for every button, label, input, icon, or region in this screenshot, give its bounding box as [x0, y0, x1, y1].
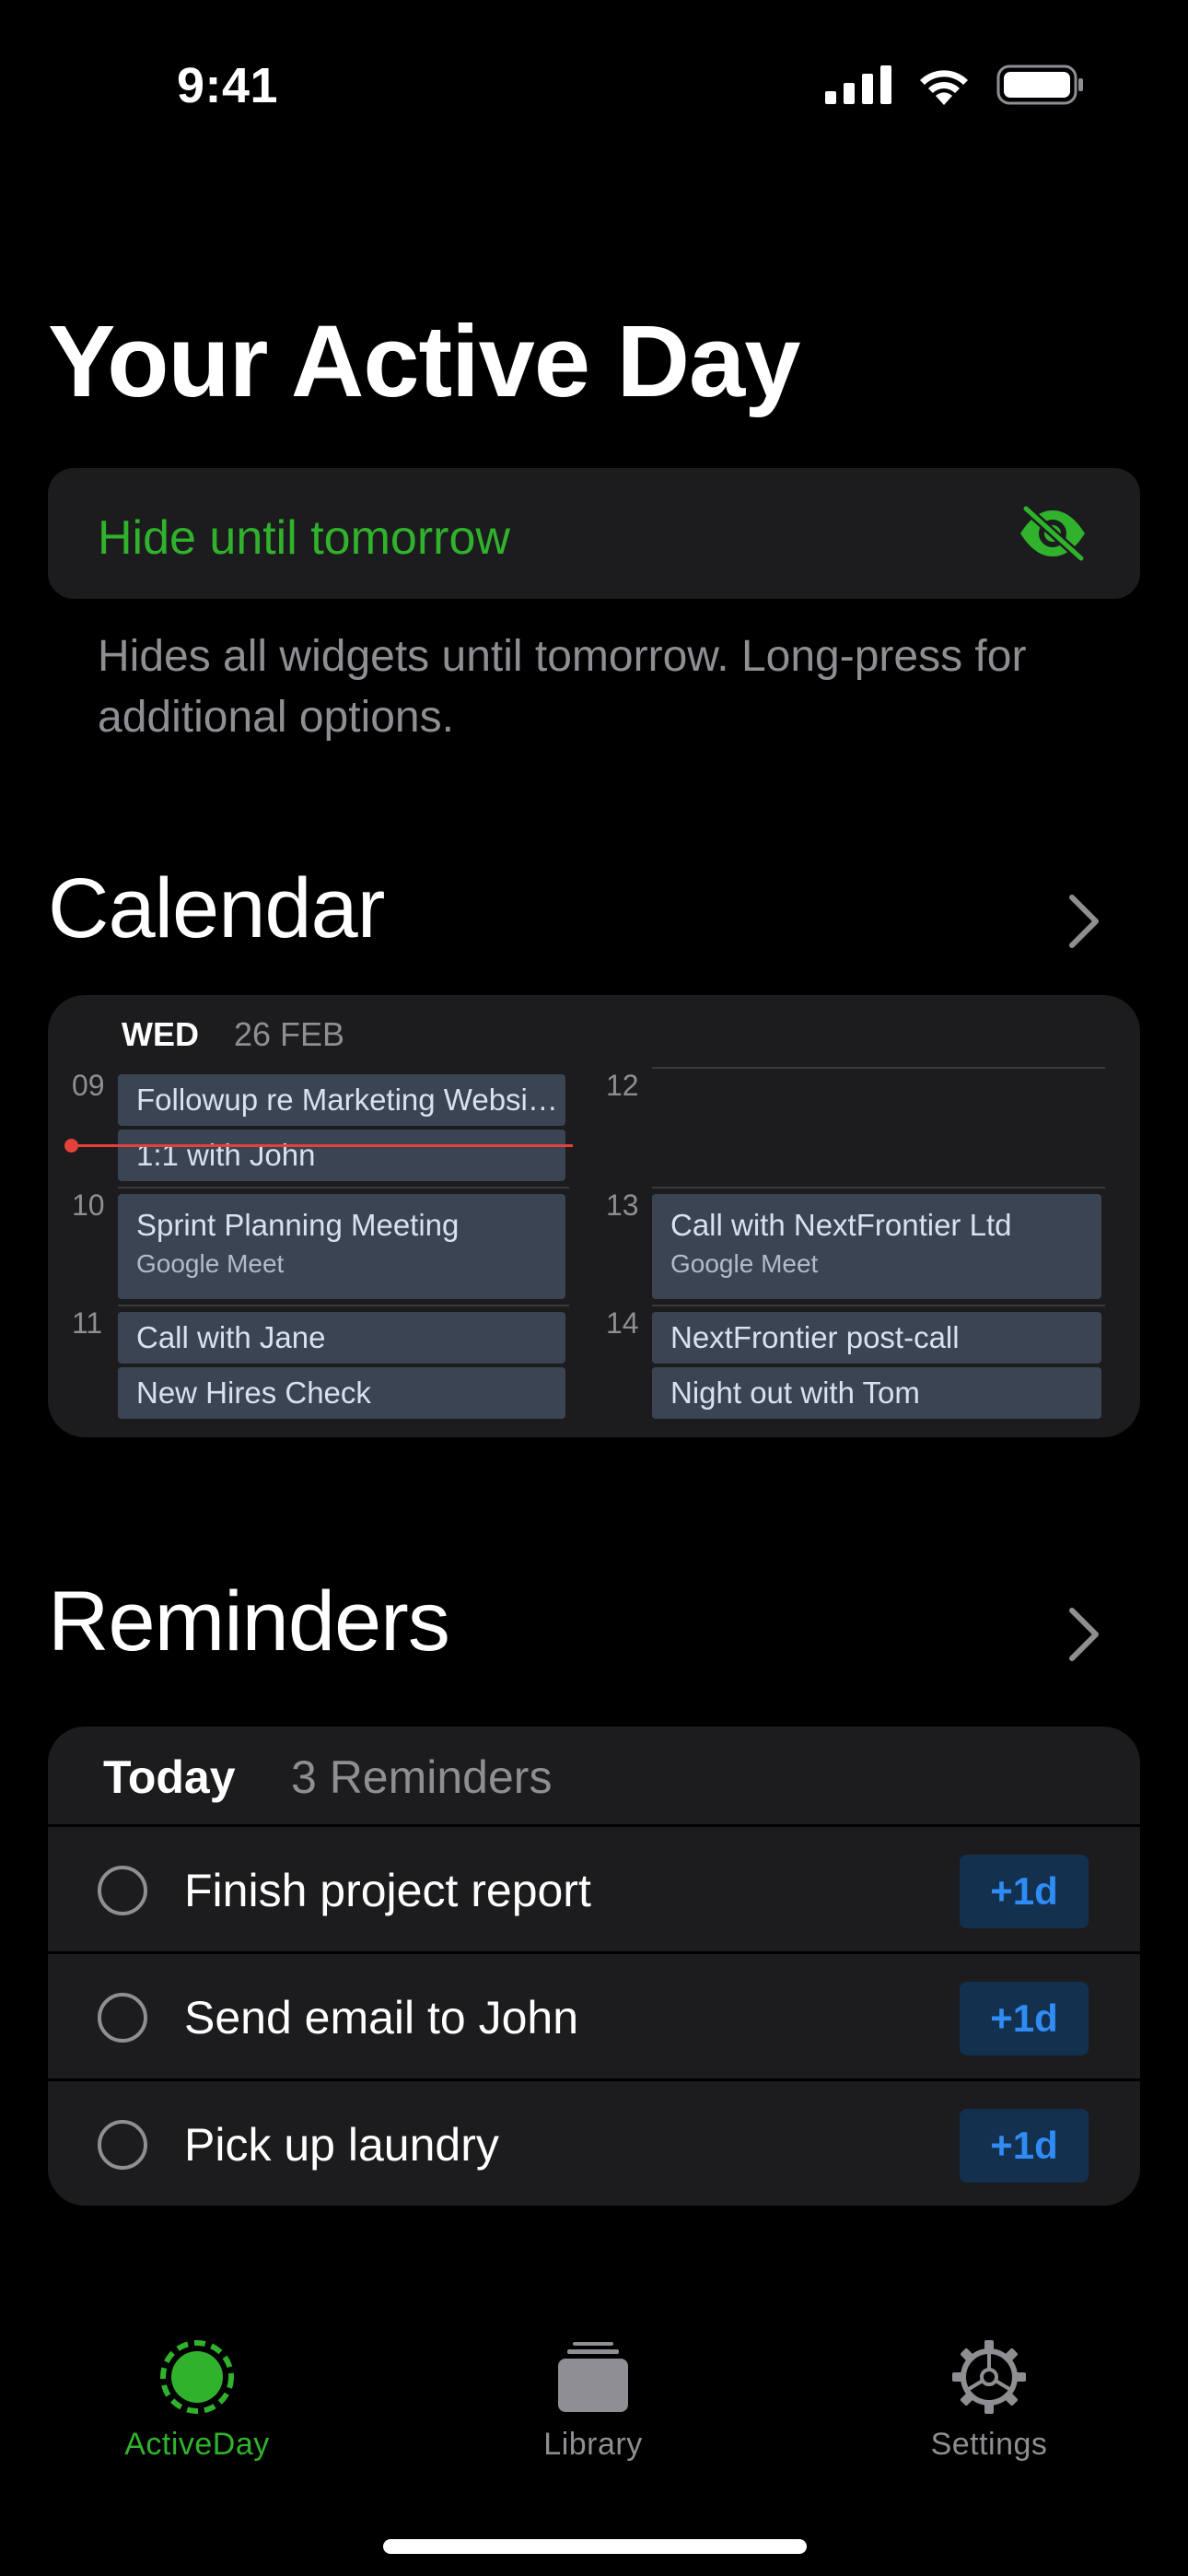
calendar-widget[interactable]: WED 26 FEB 09 Followup re Marketing Webs… [48, 995, 1140, 1437]
calendar-event[interactable]: Call with Jane [118, 1312, 565, 1364]
tab-label: Settings [930, 2427, 1048, 2462]
event-title: Call with NextFrontier Ltd [670, 1208, 1012, 1242]
hour-label: 10 [72, 1188, 105, 1222]
event-title: Sprint Planning Meeting [136, 1208, 460, 1242]
reminder-checkbox[interactable] [98, 1993, 147, 2043]
hour-label: 11 [72, 1306, 103, 1340]
reminders-chevron-icon[interactable] [1068, 1607, 1100, 1662]
page-title: Your Active Day [48, 305, 800, 418]
reminders-widget: Today 3 Reminders Finish project report … [48, 1727, 1140, 2206]
hour-divider [652, 1067, 1105, 1069]
reminder-checkbox[interactable] [98, 2120, 147, 2170]
reminders-section-title[interactable]: Reminders [48, 1579, 450, 1664]
event-title: Call with Jane [136, 1320, 326, 1354]
current-time-line [70, 1144, 573, 1147]
reminder-row: Send email to John +1d [48, 1951, 1140, 2078]
hide-description: Hides all widgets until tomorrow. Long-p… [98, 632, 1027, 742]
hour-divider [118, 1305, 569, 1306]
tab-activeday[interactable]: ActiveDay [59, 2338, 335, 2463]
calendar-event[interactable]: Sprint Planning Meeting Google Meet [118, 1194, 565, 1299]
library-icon [558, 2342, 628, 2412]
hour-label: 12 [606, 1069, 639, 1102]
event-title: Night out with Tom [670, 1376, 920, 1410]
wifi-icon [920, 70, 968, 105]
calendar-chevron-icon[interactable] [1068, 894, 1100, 949]
calendar-date: 26 FEB [234, 1015, 345, 1053]
postpone-button[interactable]: +1d [960, 2109, 1089, 2183]
calendar-event[interactable]: New Hires Check [118, 1367, 565, 1419]
event-title: New Hires Check [136, 1376, 371, 1410]
postpone-button[interactable]: +1d [960, 1982, 1089, 2055]
calendar-event[interactable]: 1:1 with John [118, 1130, 565, 1181]
hour-divider [652, 1305, 1105, 1306]
reminder-row: Finish project report +1d [48, 1824, 1140, 1951]
reminder-text[interactable]: Finish project report [184, 1864, 591, 1917]
tab-label: Library [543, 2427, 643, 2462]
event-title: NextFrontier post-call [670, 1320, 960, 1354]
home-indicator[interactable] [383, 2539, 807, 2554]
battery-icon [996, 64, 1083, 105]
calendar-event[interactable]: NextFrontier post-call [652, 1312, 1101, 1364]
hour-divider [652, 1187, 1105, 1188]
calendar-weekday: WED [122, 1015, 199, 1053]
reminder-row: Pick up laundry +1d [48, 2078, 1140, 2206]
hour-label: 14 [606, 1306, 639, 1340]
current-time-dot [64, 1139, 78, 1153]
cellular-signal-icon [825, 65, 891, 104]
hide-until-tomorrow-label: Hide until tomorrow [98, 511, 510, 565]
reminder-checkbox[interactable] [98, 1866, 147, 1915]
event-title: 1:1 with John [136, 1138, 316, 1172]
hour-label: 13 [606, 1188, 639, 1222]
status-icons [825, 64, 1085, 105]
postpone-button[interactable]: +1d [960, 1855, 1089, 1928]
tab-label: ActiveDay [124, 2427, 270, 2462]
calendar-event[interactable]: Call with NextFrontier Ltd Google Meet [652, 1194, 1101, 1299]
reminder-text[interactable]: Send email to John [184, 1991, 578, 2044]
gear-icon [952, 2340, 1026, 2414]
event-subtitle: Google Meet [136, 1249, 285, 1278]
event-subtitle: Google Meet [670, 1249, 819, 1278]
calendar-event[interactable]: Followup re Marketing Websi… [118, 1074, 565, 1126]
reminders-header: Today 3 Reminders [48, 1727, 1140, 1828]
status-time: 9:41 [177, 58, 279, 113]
reminder-text[interactable]: Pick up laundry [184, 2118, 499, 2172]
hour-label: 09 [72, 1069, 105, 1102]
event-title: Followup re Marketing Websi… [136, 1083, 558, 1117]
eye-slash-icon [1020, 505, 1085, 562]
reminders-count: 3 Reminders [291, 1751, 553, 1803]
calendar-section-title[interactable]: Calendar [48, 866, 385, 951]
tab-library[interactable]: Library [455, 2338, 731, 2463]
hour-divider [118, 1187, 569, 1188]
reminders-list-name: Today [103, 1751, 236, 1803]
calendar-event[interactable]: Night out with Tom [652, 1367, 1101, 1419]
tab-settings[interactable]: Settings [851, 2338, 1127, 2463]
hide-until-tomorrow-button[interactable]: Hide until tomorrow [48, 468, 1140, 599]
activeday-icon [160, 2340, 234, 2414]
